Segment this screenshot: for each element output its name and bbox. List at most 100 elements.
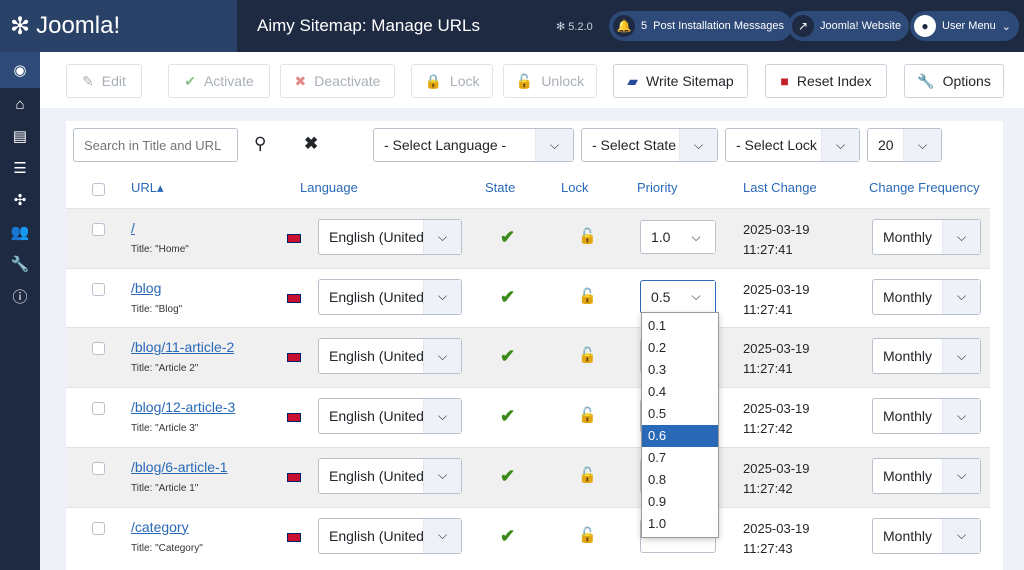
url-link[interactable]: /category [131, 519, 189, 535]
last-change: 2025-03-19 11:27:41 [743, 341, 810, 377]
priority-option[interactable]: 0.8 [642, 469, 718, 491]
options-button[interactable]: 🔧 Options [904, 64, 1004, 98]
priority-option[interactable]: 1.0 [642, 513, 718, 535]
frequency-select[interactable]: Monthly ⌵ [872, 457, 981, 494]
priority-option[interactable]: 0.9 [642, 491, 718, 513]
check-icon[interactable]: ✔ [500, 227, 515, 248]
reset-index-button[interactable]: ■ Reset Index [765, 64, 887, 98]
sitemap-icon: ▰ [627, 72, 639, 89]
chevron-down-icon: ⌵ [942, 518, 980, 553]
chevron-down-icon: ⌵ [423, 399, 461, 434]
language-select[interactable]: English (United ⌵ [318, 219, 462, 255]
sort-last-change[interactable]: Last Change [743, 180, 817, 195]
chevron-down-icon: ⌵ [423, 279, 461, 314]
check-icon[interactable]: ✔ [500, 466, 515, 487]
priority-option[interactable]: 0.4 [642, 381, 718, 403]
priority-select[interactable]: 1.0 ⌵ [640, 220, 716, 254]
lock-button[interactable]: 🔒 Lock [411, 64, 493, 98]
language-select[interactable]: English (United ⌵ [318, 278, 462, 315]
sort-priority[interactable]: Priority [637, 180, 677, 195]
language-select[interactable]: English (United ⌵ [318, 517, 462, 554]
check-icon[interactable]: ✔ [500, 287, 515, 308]
language-select[interactable]: English (United ⌵ [318, 338, 462, 375]
search-icon[interactable]: ⚲ [254, 134, 266, 154]
unlock-icon[interactable]: 🔓 [578, 466, 597, 484]
edit-icon: ✎ [82, 72, 94, 89]
unlock-icon[interactable]: 🔓 [578, 346, 597, 364]
frequency-select[interactable]: Monthly ⌵ [872, 517, 981, 554]
priority-option[interactable]: 0.3 [642, 359, 718, 381]
check-icon[interactable]: ✔ [500, 346, 515, 367]
post-install-button[interactable]: 🔔 5 Post Installation Messages [609, 11, 792, 41]
sort-language[interactable]: Language [300, 180, 358, 195]
lock-icon: 🔒 [424, 72, 442, 89]
write-sitemap-button[interactable]: ▰ Write Sitemap [613, 64, 748, 98]
last-change: 2025-03-19 11:27:41 [743, 222, 810, 257]
frequency-select[interactable]: Monthly ⌵ [872, 398, 981, 435]
help-icon[interactable]: ⓘ [0, 280, 40, 312]
deactivate-button[interactable]: ✖ Deactivate [280, 64, 395, 98]
chevron-down-icon: ⌵ [942, 279, 980, 314]
row-checkbox[interactable] [92, 521, 105, 535]
language-select[interactable]: English (United ⌵ [318, 457, 462, 494]
content-icon[interactable]: ▤ [0, 120, 40, 152]
users-icon[interactable]: 👥 [0, 216, 40, 248]
language-select[interactable]: English (United ⌵ [318, 398, 462, 435]
unlock-icon[interactable]: 🔓 [578, 287, 597, 305]
select-all-checkbox[interactable] [92, 183, 105, 196]
language-filter[interactable]: - Select Language - ⌵ [373, 128, 574, 162]
toggle-menu-icon[interactable]: ◉ [0, 52, 40, 88]
url-link[interactable]: /blog [131, 280, 161, 296]
url-link[interactable]: / [131, 220, 135, 236]
priority-option[interactable]: 0.1 [642, 315, 718, 337]
version: ✻ 5.2.0 [556, 21, 593, 33]
url-link[interactable]: /blog/11-article-2 [131, 339, 234, 355]
row-checkbox[interactable] [92, 402, 105, 416]
sort-frequency[interactable]: Change Frequency [869, 180, 980, 195]
clear-icon[interactable]: ✖ [304, 134, 318, 154]
row-checkbox[interactable] [92, 282, 105, 296]
list-limit[interactable]: 20 ⌵ [867, 128, 942, 162]
priority-select[interactable]: 0.5 ⌵ [640, 279, 716, 314]
joomla-logo[interactable]: ✻ Joomla! [0, 0, 237, 52]
url-link[interactable]: /blog/6-article-1 [131, 459, 228, 475]
sort-url[interactable]: URL▴ [131, 180, 164, 196]
table-row: /blog/11-article-2 Title: "Article 2" En… [66, 327, 990, 388]
priority-option[interactable]: 0.2 [642, 337, 718, 359]
row-checkbox[interactable] [92, 223, 105, 236]
menu-icon[interactable]: ☰ [0, 152, 40, 184]
lock-filter[interactable]: - Select Lock - ⌵ [725, 128, 860, 162]
search-input[interactable] [73, 128, 238, 162]
row-checkbox[interactable] [92, 461, 105, 475]
unlock-icon[interactable]: 🔓 [578, 227, 597, 245]
frequency-select[interactable]: Monthly ⌵ [872, 219, 981, 255]
url-link[interactable]: /blog/12-article-3 [131, 399, 235, 415]
joomla-website-button[interactable]: ↗ Joomla! Website [788, 11, 910, 41]
priority-option[interactable]: 0.7 [642, 447, 718, 469]
x-icon: ✖ [294, 72, 307, 89]
chevron-down-icon: ⌄ [1001, 20, 1012, 33]
system-icon[interactable]: 🔧 [0, 248, 40, 280]
chevron-down-icon: ⌵ [535, 129, 573, 161]
edit-button[interactable]: ✎ Edit [66, 64, 142, 98]
unlock-icon[interactable]: 🔓 [578, 526, 597, 544]
priority-option[interactable]: 0.6 [642, 425, 718, 447]
sort-state[interactable]: State [485, 180, 515, 195]
last-change: 2025-03-19 11:27:42 [743, 460, 810, 496]
user-menu-button[interactable]: ● User Menu ⌄ [910, 11, 1020, 41]
frequency-select[interactable]: Monthly ⌵ [872, 338, 981, 375]
frequency-select[interactable]: Monthly ⌵ [872, 278, 981, 315]
priority-option[interactable]: 0.5 [642, 403, 718, 425]
row-checkbox[interactable] [92, 342, 105, 356]
state-filter[interactable]: - Select State - ⌵ [581, 128, 718, 162]
home-icon[interactable]: ⌂ [0, 88, 40, 120]
check-icon[interactable]: ✔ [500, 406, 515, 427]
check-icon[interactable]: ✔ [500, 526, 515, 547]
activate-button[interactable]: ✔ Activate [168, 64, 270, 98]
table-row: /blog/6-article-1 Title: "Article 1" Eng… [66, 446, 990, 507]
unlock-button[interactable]: 🔓 Unlock [503, 64, 597, 98]
unlock-icon[interactable]: 🔓 [578, 406, 597, 424]
sort-lock[interactable]: Lock [561, 180, 588, 195]
components-icon[interactable]: ✣ [0, 184, 40, 216]
chevron-down-icon: ⌵ [423, 458, 461, 493]
